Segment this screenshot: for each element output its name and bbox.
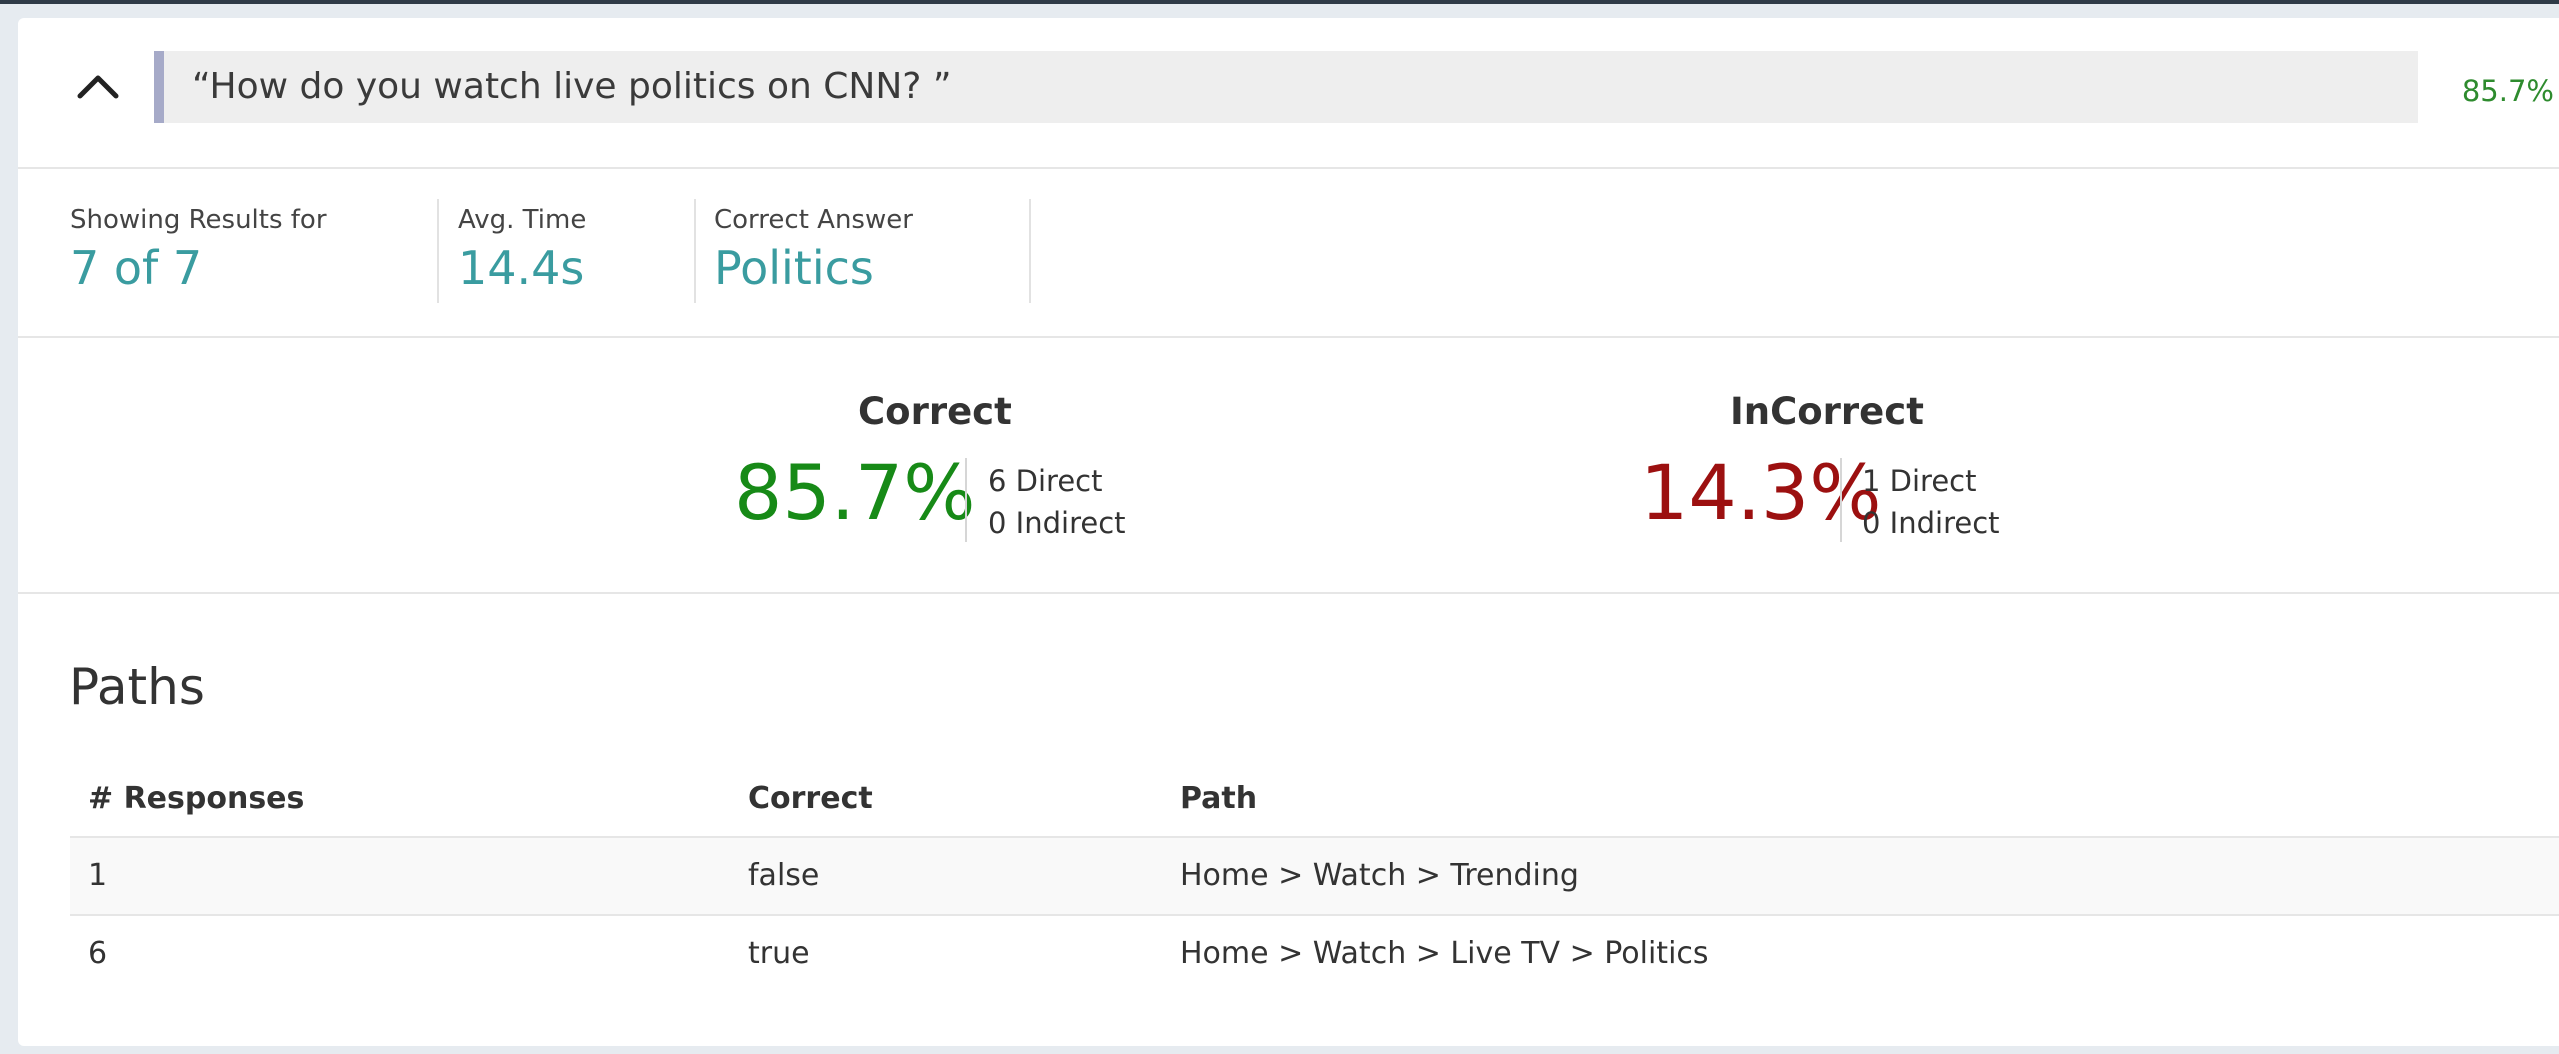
incorrect-percent: 14.3% bbox=[1640, 448, 1882, 537]
cell-responses: 6 bbox=[88, 936, 108, 971]
question-percent: 85.7% bbox=[2461, 74, 2554, 108]
stat-value: Politics bbox=[714, 241, 874, 295]
table-row: 6 true Home > Watch > Live TV > Politics bbox=[70, 916, 2559, 992]
incorrect-indirect: 0 Indirect bbox=[1862, 506, 2000, 540]
correct-indirect: 0 Indirect bbox=[988, 506, 1126, 540]
divider bbox=[965, 458, 967, 542]
cell-path: Home > Watch > Live TV > Politics bbox=[1180, 936, 1709, 971]
question-box: “How do you watch live politics on CNN? … bbox=[154, 51, 2418, 123]
correct-title: Correct bbox=[858, 390, 1012, 433]
cell-correct: false bbox=[748, 858, 820, 893]
cell-correct: true bbox=[748, 936, 810, 971]
correct-percent: 85.7% bbox=[734, 448, 976, 537]
column-header-path[interactable]: Path bbox=[1180, 760, 1257, 838]
stat-value: 14.4s bbox=[458, 241, 585, 295]
paths-table: # Responses Correct Path 1 false Home > … bbox=[70, 760, 2559, 992]
stat-label: Showing Results for bbox=[70, 205, 327, 235]
table-header: # Responses Correct Path bbox=[70, 760, 2559, 838]
divider bbox=[1029, 199, 1031, 303]
incorrect-title: InCorrect bbox=[1730, 390, 1924, 433]
stat-value: 7 of 7 bbox=[70, 241, 203, 295]
divider bbox=[1840, 458, 1842, 542]
column-header-responses[interactable]: # Responses bbox=[88, 760, 304, 838]
cell-path: Home > Watch > Trending bbox=[1180, 858, 1579, 893]
collapse-button[interactable] bbox=[70, 58, 126, 114]
stat-label: Correct Answer bbox=[714, 205, 913, 235]
cell-responses: 1 bbox=[88, 858, 108, 893]
paths-title: Paths bbox=[69, 658, 205, 716]
top-strip bbox=[0, 0, 2559, 4]
stats-row: Showing Results for 7 of 7 Avg. Time 14.… bbox=[18, 169, 2559, 338]
divider bbox=[437, 199, 439, 303]
table-row: 1 false Home > Watch > Trending bbox=[70, 838, 2559, 916]
incorrect-direct: 1 Direct bbox=[1862, 464, 1977, 498]
question-card: “How do you watch live politics on CNN? … bbox=[18, 18, 2559, 1046]
question-header: “How do you watch live politics on CNN? … bbox=[18, 18, 2559, 169]
stat-label: Avg. Time bbox=[458, 205, 587, 235]
question-text: “How do you watch live politics on CNN? … bbox=[192, 66, 952, 107]
correct-direct: 6 Direct bbox=[988, 464, 1103, 498]
chevron-up-icon bbox=[77, 75, 119, 99]
result-summary: Correct 85.7% 6 Direct 0 Indirect InCorr… bbox=[18, 338, 2559, 594]
divider bbox=[694, 199, 696, 303]
column-header-correct[interactable]: Correct bbox=[748, 760, 873, 838]
